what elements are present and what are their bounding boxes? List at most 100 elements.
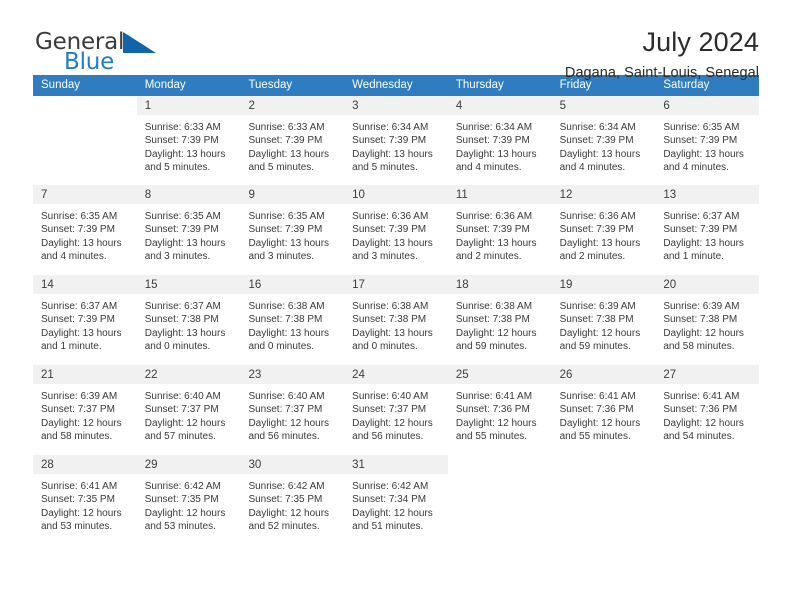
day-number-band: 24 bbox=[344, 365, 448, 384]
day-number-band: 31 bbox=[344, 455, 448, 474]
page-header: General Blue July 2024 Dagana, Saint-Lou… bbox=[33, 0, 759, 82]
day-cell-20[interactable]: 20 Sunrise: 6:39 AM Sunset: 7:38 PM Dayligh… bbox=[655, 275, 760, 365]
day-detail-line: and 52 minutes. bbox=[248, 521, 320, 533]
day-detail-line: and 59 minutes. bbox=[455, 341, 528, 353]
day-detail-line: Sunrise: 6:41 AM bbox=[455, 391, 533, 402]
day-number: 28 bbox=[41, 459, 54, 471]
day-detail-line: and 1 minute. bbox=[663, 251, 724, 263]
day-cell-4[interactable]: 4 Sunrise: 6:34 AM Sunset: 7:39 PM Daylight… bbox=[447, 96, 552, 185]
day-cell-9[interactable]: 9 Sunrise: 6:35 AM Sunset: 7:39 PM Daylight… bbox=[240, 185, 345, 275]
day-number-band: 22 bbox=[136, 365, 241, 384]
day-details: Sunrise: 6:39 AM Sunset: 7:38 PM Daylight:… bbox=[655, 294, 759, 354]
day-detail-line: and 3 minutes. bbox=[248, 251, 315, 263]
day-number-band: 6 bbox=[655, 96, 760, 115]
day-cell-5[interactable]: 5 Sunrise: 6:34 AM Sunset: 7:39 PM Daylight… bbox=[551, 96, 656, 185]
day-number: 15 bbox=[144, 279, 158, 291]
day-number-band: 11 bbox=[447, 185, 552, 204]
day-number-band: 19 bbox=[551, 275, 656, 294]
day-cell-2[interactable]: 2 Sunrise: 6:33 AM Sunset: 7:39 PM Daylight… bbox=[240, 96, 345, 185]
day-details: Sunrise: 6:40 AM Sunset: 7:37 PM Daylight:… bbox=[344, 384, 448, 444]
day-number-band: 5 bbox=[551, 96, 656, 115]
day-cell-13[interactable]: 13 Sunrise: 6:37 AM Sunset: 7:39 PM Dayligh… bbox=[655, 185, 760, 275]
day-detail-line: Sunset: 7:34 PM bbox=[352, 494, 427, 506]
day-detail-line: Sunset: 7:39 PM bbox=[663, 135, 738, 147]
day-cell-26[interactable]: 26 Sunrise: 6:41 AM Sunset: 7:36 PM Dayligh… bbox=[551, 365, 656, 455]
day-detail-line: and 3 minutes. bbox=[352, 251, 418, 263]
day-detail-line: Sunrise: 6:36 AM bbox=[455, 211, 533, 222]
day-number-band: 15 bbox=[136, 275, 241, 294]
day-cell-27[interactable]: 27 Sunrise: 6:41 AM Sunset: 7:36 PM Dayligh… bbox=[655, 365, 760, 455]
day-detail-line: Sunrise: 6:40 AM bbox=[352, 391, 429, 402]
day-number: 14 bbox=[41, 279, 54, 291]
day-detail-line: Sunrise: 6:35 AM bbox=[248, 211, 325, 222]
day-cell-3[interactable]: 3 Sunrise: 6:34 AM Sunset: 7:39 PM Daylight… bbox=[344, 96, 448, 185]
calendar-grid: Sunday Monday Tuesday Wednesday Thursday Frid… bbox=[33, 75, 760, 545]
day-detail-line: Sunset: 7:39 PM bbox=[352, 224, 427, 236]
day-number-band: 23 bbox=[240, 365, 345, 384]
day-cell-16[interactable]: 16 Sunrise: 6:38 AM Sunset: 7:38 PM Dayligh… bbox=[240, 275, 345, 365]
day-cell-24[interactable]: 24 Sunrise: 6:40 AM Sunset: 7:37 PM Dayligh… bbox=[344, 365, 448, 455]
day-number: 7 bbox=[41, 189, 48, 201]
day-cell-14[interactable]: 14 Sunrise: 6:37 AM Sunset: 7:39 PM Dayligh… bbox=[33, 275, 137, 365]
day-detail-line: Sunrise: 6:33 AM bbox=[248, 122, 325, 133]
day-detail-line: Daylight: 13 hours bbox=[144, 237, 226, 249]
day-detail-line: Sunrise: 6:41 AM bbox=[41, 481, 118, 492]
day-detail-line: Sunset: 7:39 PM bbox=[455, 135, 530, 147]
day-detail-line: Sunrise: 6:37 AM bbox=[663, 211, 740, 222]
day-cell-6[interactable]: 6 Sunrise: 6:35 AM Sunset: 7:39 PM Daylight… bbox=[655, 96, 760, 185]
day-cell-12[interactable]: 12 Sunrise: 6:36 AM Sunset: 7:39 PM Dayligh… bbox=[551, 185, 656, 275]
calendar-week-row: 1 Sunrise: 6:33 AM Sunset: 7:39 PM Daylight… bbox=[33, 96, 760, 185]
day-cell-29[interactable]: 29 Sunrise: 6:42 AM Sunset: 7:35 PM Dayligh… bbox=[136, 455, 241, 545]
day-cell-23[interactable]: 23 Sunrise: 6:40 AM Sunset: 7:37 PM Dayligh… bbox=[240, 365, 345, 455]
day-detail-line: and 51 minutes. bbox=[352, 521, 424, 533]
day-number: 17 bbox=[352, 279, 365, 291]
day-detail-line: Daylight: 12 hours bbox=[352, 417, 433, 429]
day-cell-19[interactable]: 19 Sunrise: 6:39 AM Sunset: 7:38 PM Dayligh… bbox=[551, 275, 656, 365]
day-number: 26 bbox=[559, 369, 573, 381]
day-detail-line: Daylight: 13 hours bbox=[248, 237, 330, 249]
day-cell-17[interactable]: 17 Sunrise: 6:38 AM Sunset: 7:38 PM Dayligh… bbox=[344, 275, 448, 365]
day-cell-18[interactable]: 18 Sunrise: 6:38 AM Sunset: 7:38 PM Dayligh… bbox=[447, 275, 552, 365]
day-detail-line: Sunset: 7:36 PM bbox=[559, 404, 634, 416]
day-number: 9 bbox=[248, 189, 255, 201]
day-detail-line: Daylight: 12 hours bbox=[455, 417, 537, 429]
day-cell-11[interactable]: 11 Sunrise: 6:36 AM Sunset: 7:39 PM Dayligh… bbox=[447, 185, 552, 275]
day-cell-empty bbox=[551, 455, 656, 545]
day-cell-31[interactable]: 31 Sunrise: 6:42 AM Sunset: 7:34 PM Dayligh… bbox=[344, 455, 448, 545]
day-detail-line: and 2 minutes. bbox=[455, 251, 522, 263]
day-detail-line: Daylight: 13 hours bbox=[352, 327, 433, 339]
day-cell-30[interactable]: 30 Sunrise: 6:42 AM Sunset: 7:35 PM Dayligh… bbox=[240, 455, 345, 545]
day-detail-line: Sunrise: 6:39 AM bbox=[663, 301, 740, 312]
day-cell-1[interactable]: 1 Sunrise: 6:33 AM Sunset: 7:39 PM Daylight… bbox=[136, 96, 241, 185]
day-cell-8[interactable]: 8 Sunrise: 6:35 AM Sunset: 7:39 PM Daylight… bbox=[136, 185, 241, 275]
day-detail-line: Daylight: 12 hours bbox=[455, 327, 537, 339]
day-details: Sunrise: 6:37 AM Sunset: 7:39 PM Daylight:… bbox=[33, 294, 137, 354]
day-detail-line: and 54 minutes. bbox=[663, 431, 735, 443]
general-blue-logo: General Blue bbox=[33, 27, 183, 79]
day-cell-28[interactable]: 28 Sunrise: 6:41 AM Sunset: 7:35 PM Dayligh… bbox=[33, 455, 137, 545]
day-number: 12 bbox=[559, 189, 573, 201]
day-detail-line: and 0 minutes. bbox=[144, 341, 211, 353]
day-number-band: 2 bbox=[240, 96, 345, 115]
weekday-header-tuesday: Tuesday bbox=[248, 79, 293, 91]
day-cell-25[interactable]: 25 Sunrise: 6:41 AM Sunset: 7:36 PM Dayligh… bbox=[447, 365, 552, 455]
day-detail-line: Sunrise: 6:41 AM bbox=[559, 391, 636, 402]
day-detail-line: Sunset: 7:37 PM bbox=[144, 404, 219, 416]
day-detail-line: Daylight: 13 hours bbox=[455, 237, 537, 249]
day-number-band bbox=[552, 455, 656, 474]
day-details: Sunrise: 6:41 AM Sunset: 7:36 PM Daylight:… bbox=[552, 384, 656, 444]
weekday-header-thursday: Thursday bbox=[455, 79, 504, 91]
day-detail-line: Sunrise: 6:34 AM bbox=[352, 122, 429, 133]
day-cell-21[interactable]: 21 Sunrise: 6:39 AM Sunset: 7:37 PM Dayligh… bbox=[33, 365, 137, 455]
day-detail-line: Sunset: 7:37 PM bbox=[248, 404, 323, 416]
day-number-band: 9 bbox=[240, 185, 345, 204]
day-detail-line: Sunset: 7:39 PM bbox=[248, 224, 323, 236]
day-details: Sunrise: 6:36 AM Sunset: 7:39 PM Daylight:… bbox=[344, 204, 448, 264]
day-cell-22[interactable]: 22 Sunrise: 6:40 AM Sunset: 7:37 PM Dayligh… bbox=[136, 365, 241, 455]
day-cell-7[interactable]: 7 Sunrise: 6:35 AM Sunset: 7:39 PM Daylight… bbox=[33, 185, 137, 275]
day-cell-15[interactable]: 15 Sunrise: 6:37 AM Sunset: 7:38 PM Dayligh… bbox=[136, 275, 241, 365]
day-cell-10[interactable]: 10 Sunrise: 6:36 AM Sunset: 7:39 PM Dayligh… bbox=[344, 185, 448, 275]
day-detail-line: Sunset: 7:38 PM bbox=[559, 314, 634, 326]
day-detail-line: Sunset: 7:38 PM bbox=[248, 314, 323, 326]
day-number: 10 bbox=[352, 189, 365, 201]
